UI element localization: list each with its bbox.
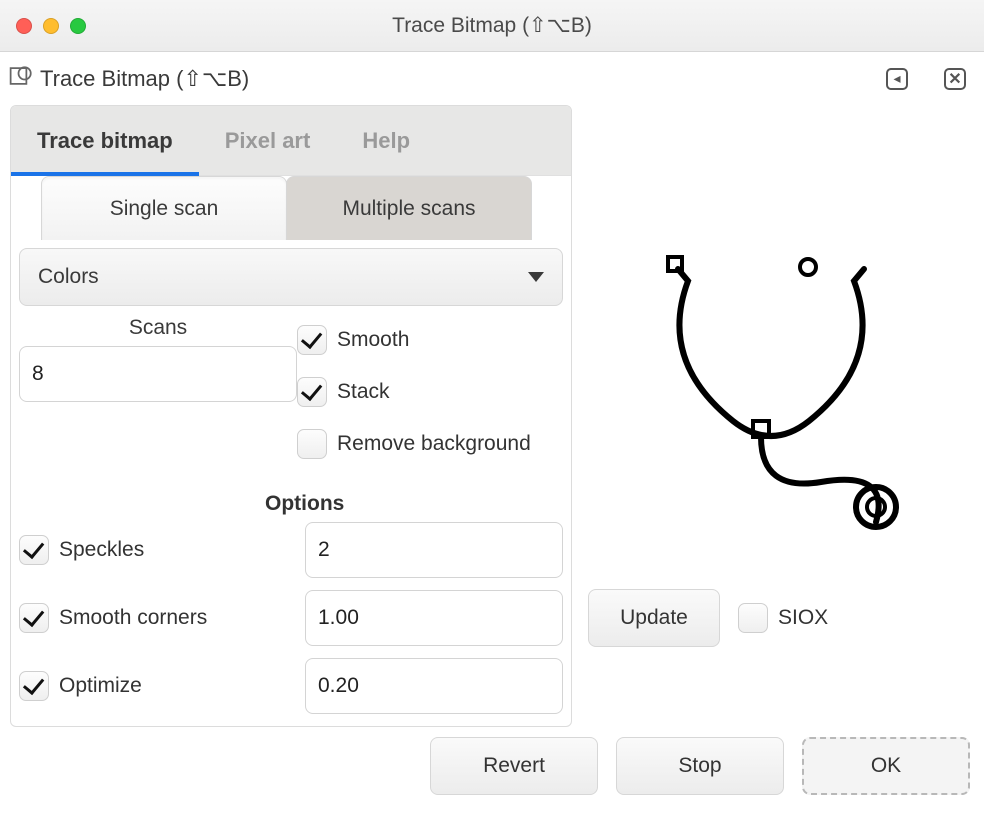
options-heading: Options	[11, 470, 571, 522]
window-title: Trace Bitmap (⇧⌥B)	[0, 13, 984, 38]
close-icon[interactable]: ✕	[944, 68, 966, 90]
siox-label: SIOX	[778, 606, 828, 630]
preview-image	[578, 225, 958, 563]
siox-checkbox[interactable]	[738, 603, 768, 633]
stop-button[interactable]: Stop	[616, 737, 784, 795]
main-tabs: Trace bitmap Pixel art Help	[11, 106, 571, 176]
revert-button[interactable]: Revert	[430, 737, 598, 795]
ok-button[interactable]: OK	[802, 737, 970, 795]
optimize-label: Optimize	[59, 674, 142, 698]
smooth-corners-stepper[interactable]: − +	[305, 590, 563, 646]
scans-input[interactable]	[20, 347, 297, 401]
optimize-checkbox[interactable]	[19, 671, 49, 701]
settings-pane: Trace bitmap Pixel art Help Single scan …	[10, 105, 572, 727]
stack-checkbox[interactable]	[297, 377, 327, 407]
tab-pixel-art[interactable]: Pixel art	[199, 106, 337, 175]
window-close-button[interactable]	[16, 18, 32, 34]
update-button[interactable]: Update	[588, 589, 720, 647]
stethoscope-icon	[618, 249, 918, 539]
window-minimize-button[interactable]	[43, 18, 59, 34]
collapse-icon[interactable]: ◂	[886, 68, 908, 90]
smooth-corners-input[interactable]	[306, 591, 563, 645]
options-section: Speckles − + Smooth corners − + Optimize	[11, 522, 571, 726]
speckles-checkbox[interactable]	[19, 535, 49, 565]
dialog-title: Trace Bitmap (⇧⌥B)	[40, 66, 249, 92]
footer-buttons: Revert Stop OK	[0, 727, 984, 795]
speckles-label: Speckles	[59, 538, 144, 562]
optimize-stepper[interactable]: − +	[305, 658, 563, 714]
scans-stepper[interactable]: − +	[19, 346, 297, 402]
scans-label: Scans	[19, 314, 297, 346]
titlebar: Trace Bitmap (⇧⌥B)	[0, 0, 984, 52]
preview-pane: Update SIOX	[572, 105, 974, 727]
speckles-stepper[interactable]: − +	[305, 522, 563, 578]
smooth-label: Smooth	[337, 328, 409, 352]
smooth-checkbox[interactable]	[297, 325, 327, 355]
speckles-input[interactable]	[306, 523, 563, 577]
mode-dropdown-label: Colors	[38, 265, 99, 289]
dialog-header: Trace Bitmap (⇧⌥B) ◂ ✕	[0, 52, 984, 105]
window-zoom-button[interactable]	[70, 18, 86, 34]
stack-label: Stack	[337, 380, 390, 404]
remove-background-label: Remove background	[337, 432, 531, 456]
tab-help[interactable]: Help	[336, 106, 436, 175]
remove-background-checkbox[interactable]	[297, 429, 327, 459]
mode-dropdown[interactable]: Colors	[19, 248, 563, 306]
tab-single-scan[interactable]: Single scan	[41, 176, 287, 240]
optimize-input[interactable]	[306, 659, 563, 713]
smooth-corners-checkbox[interactable]	[19, 603, 49, 633]
scan-mode-tabs: Single scan Multiple scans	[11, 176, 571, 240]
smooth-corners-label: Smooth corners	[59, 606, 207, 630]
window-controls	[16, 18, 86, 34]
chevron-down-icon	[528, 272, 544, 282]
trace-bitmap-icon	[8, 62, 36, 95]
dialog-content: Trace bitmap Pixel art Help Single scan …	[0, 105, 984, 727]
tab-multiple-scans[interactable]: Multiple scans	[286, 176, 532, 240]
tab-trace-bitmap[interactable]: Trace bitmap	[11, 106, 199, 175]
